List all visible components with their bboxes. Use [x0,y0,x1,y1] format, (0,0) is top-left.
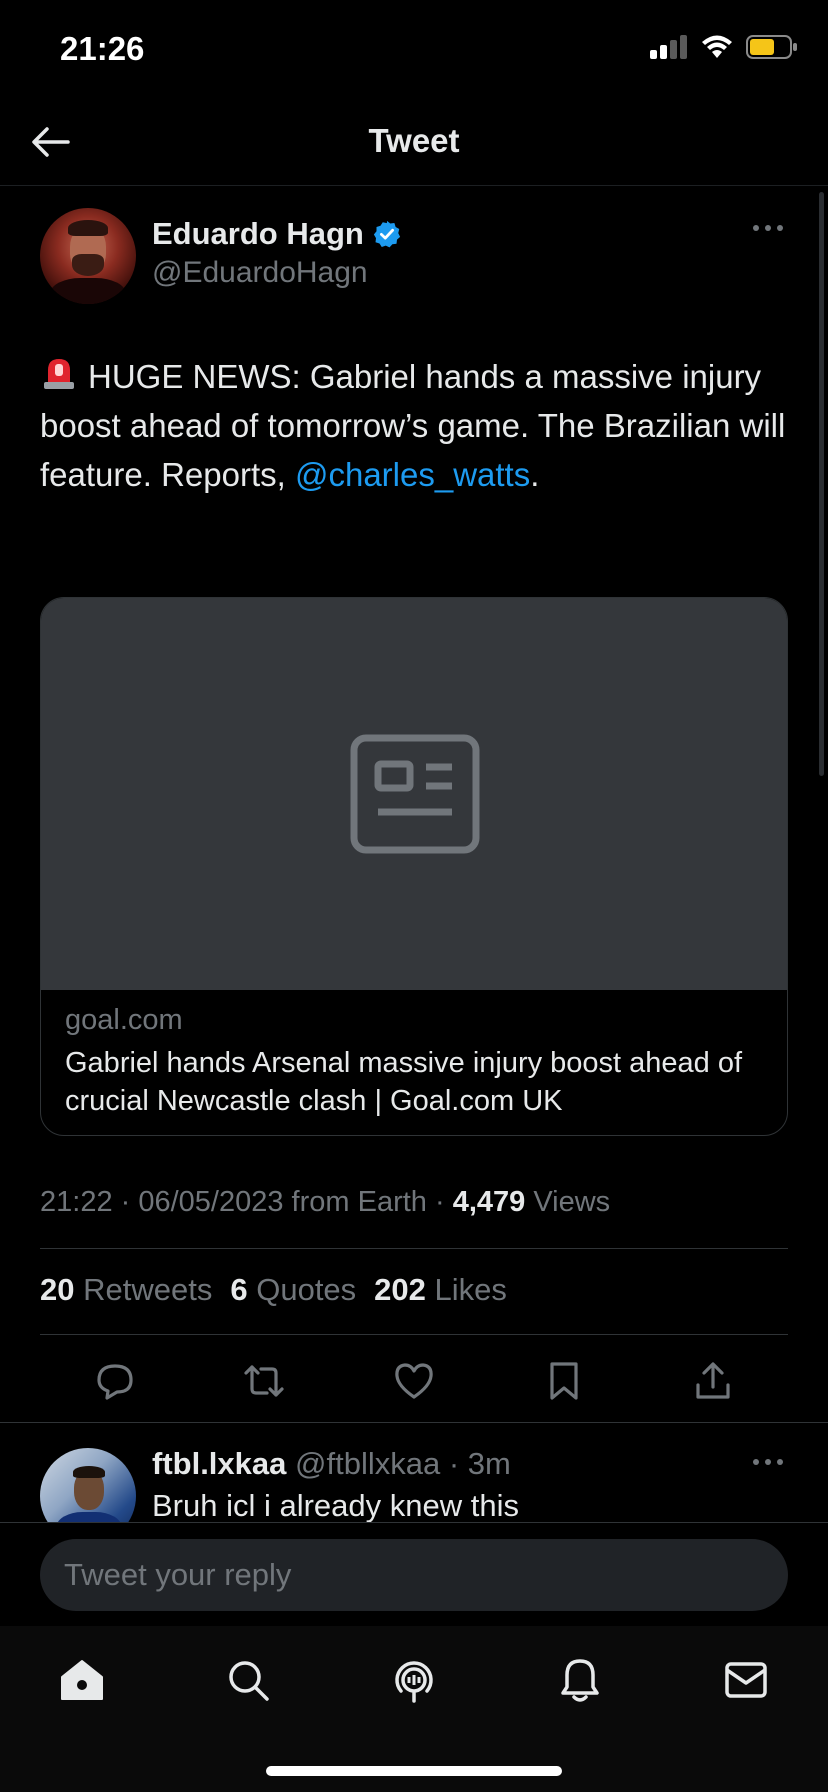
status-time: 21:26 [60,30,145,67]
views-count: 4,479 [452,1186,526,1218]
notifications-icon [561,1659,599,1702]
likes-stat[interactable]: 202 Likes [374,1272,507,1308]
battery-icon [746,35,797,59]
reply-composer [0,1522,828,1626]
author-name[interactable]: Eduardo Hagn [152,216,364,252]
reply-header: ftbl.lxkaa @ftbllxkaa · 3m [152,1446,511,1482]
link-preview-card[interactable]: goal.com Gabriel hands Arsenal massive i… [40,597,788,1136]
engagement-stats: 20 Retweets 6 Quotes 202 Likes [40,1272,507,1308]
page-title: Tweet [368,122,460,159]
tab-messages[interactable] [716,1650,776,1710]
tweet-text-end: . [530,456,540,493]
bookmark-button[interactable] [536,1353,592,1409]
home-indicator[interactable] [266,1766,562,1776]
wifi-icon [702,35,732,58]
more-options-button[interactable] [748,208,788,248]
card-domain: goal.com [65,1004,183,1036]
mention-link[interactable]: @charles_watts [295,456,530,493]
retweet-icon [244,1365,284,1397]
reply-author-name[interactable]: ftbl.lxkaa [152,1446,286,1481]
article-icon [350,734,480,854]
divider [40,1248,788,1249]
reply-more-button[interactable] [748,1442,788,1482]
share-icon [696,1362,730,1399]
verified-icon [373,220,400,248]
author-avatar[interactable] [40,208,136,304]
status-icons [648,34,798,60]
views-label: Views [533,1186,611,1218]
signal-icon [650,35,687,59]
spaces-icon [395,1661,433,1703]
like-icon [395,1363,433,1399]
tweet-meta: 21:22 · 06/05/2023 from Earth · 4,479 Vi… [40,1186,610,1219]
card-title: Gabriel hands Arsenal massive injury boo… [65,1047,743,1117]
tweet-author: Eduardo Hagn @EduardoHagn [40,208,788,304]
quotes-stat[interactable]: 6 Quotes [230,1272,356,1308]
reply-item[interactable]: ftbl.lxkaa @ftbllxkaa · 3m Bruh icl i al… [40,1442,788,1522]
reply-handle-time: @ftbllxkaa · 3m [295,1446,511,1481]
tweet-text: HUGE NEWS: Gabriel hands a massive injur… [40,352,792,499]
divider [0,1422,828,1423]
like-button[interactable] [386,1353,442,1409]
messages-icon [725,1662,767,1698]
reply-icon [97,1364,133,1400]
card-media [41,598,787,990]
share-button[interactable] [685,1353,741,1409]
divider [40,1334,788,1335]
retweets-stat[interactable]: 20 Retweets [40,1272,212,1308]
tab-spaces[interactable] [384,1650,444,1710]
more-icon [753,225,783,231]
reply-input[interactable] [40,1539,788,1611]
top-nav-bar: Tweet [0,100,828,186]
tweet-timestamp[interactable]: 21:22 · 06/05/2023 from Earth · [40,1186,445,1218]
search-icon [229,1661,269,1701]
bottom-tab-bar [0,1626,828,1792]
author-name-row[interactable]: Eduardo Hagn [152,216,402,252]
status-bar: 21:26 [0,0,828,100]
tweet-actions [40,1350,788,1412]
author-handle[interactable]: @EduardoHagn [152,256,368,290]
tab-notifications[interactable] [550,1650,610,1710]
bookmark-icon [549,1362,578,1400]
siren-icon [44,359,74,389]
home-icon [61,1660,103,1700]
retweet-button[interactable] [236,1353,292,1409]
tab-search[interactable] [218,1650,278,1710]
tab-home[interactable] [52,1650,112,1710]
reply-button[interactable] [87,1353,143,1409]
reply-text: Bruh icl i already knew this [152,1488,519,1522]
scrollbar[interactable] [819,192,824,776]
more-icon [753,1459,783,1465]
reply-avatar[interactable] [40,1448,136,1522]
